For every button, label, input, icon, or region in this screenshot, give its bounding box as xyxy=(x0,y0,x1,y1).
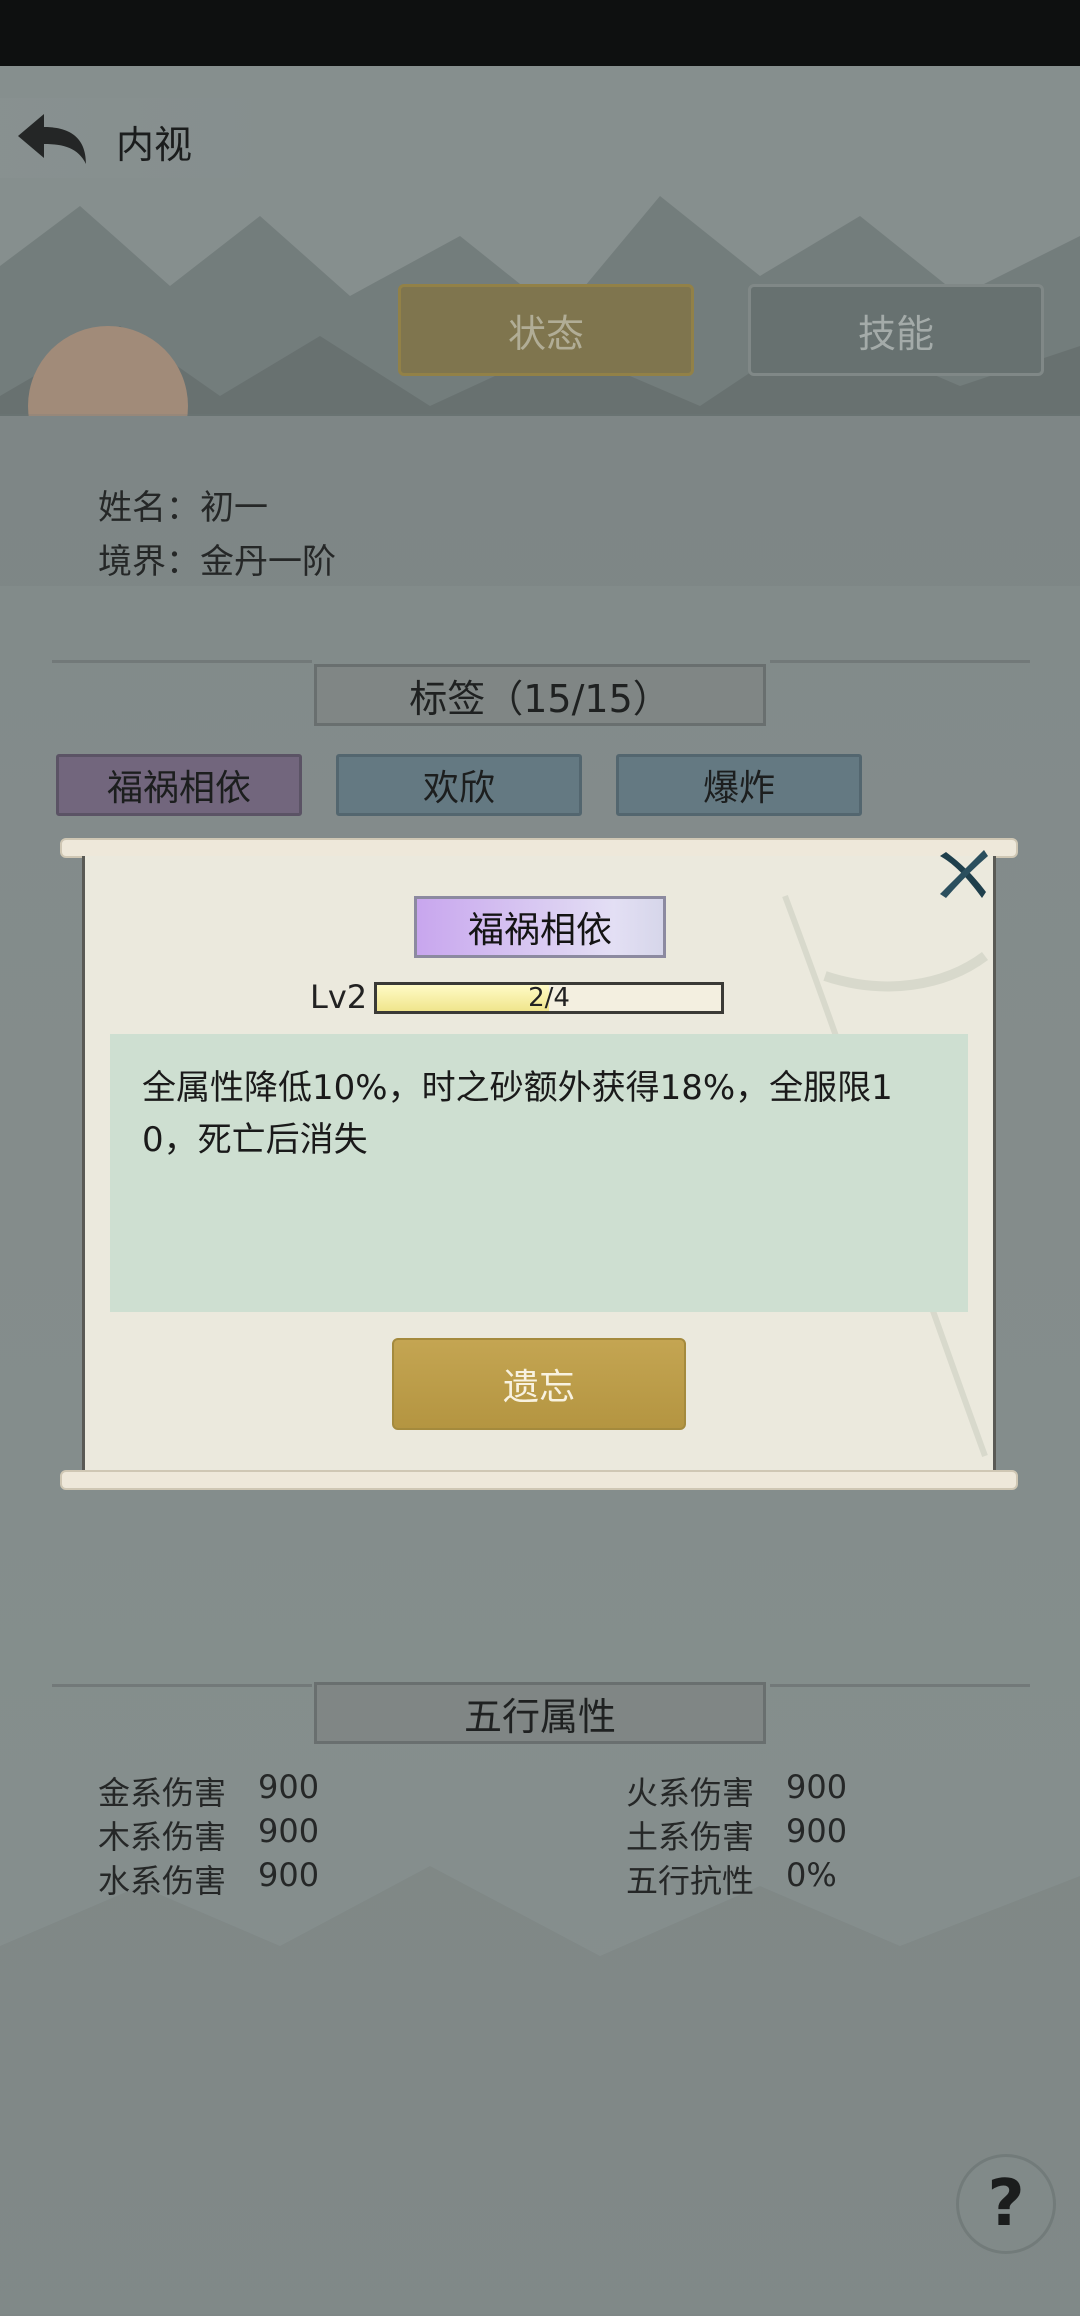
scroll-rod-top xyxy=(60,838,1018,858)
forget-button[interactable]: 遗忘 xyxy=(392,1338,686,1430)
level-progress-bar: 2/4 xyxy=(374,982,724,1014)
close-icon[interactable] xyxy=(934,846,990,902)
scroll-rod-bottom xyxy=(60,1470,1018,1490)
tag-name-badge: 福祸相依 xyxy=(414,896,666,958)
level-label: Lv2 xyxy=(310,978,368,1016)
tag-description: 全属性降低10%，时之砂额外获得18%，全服限10，死亡后消失 xyxy=(142,1068,893,1160)
level-progress-text: 2/4 xyxy=(528,983,570,1013)
